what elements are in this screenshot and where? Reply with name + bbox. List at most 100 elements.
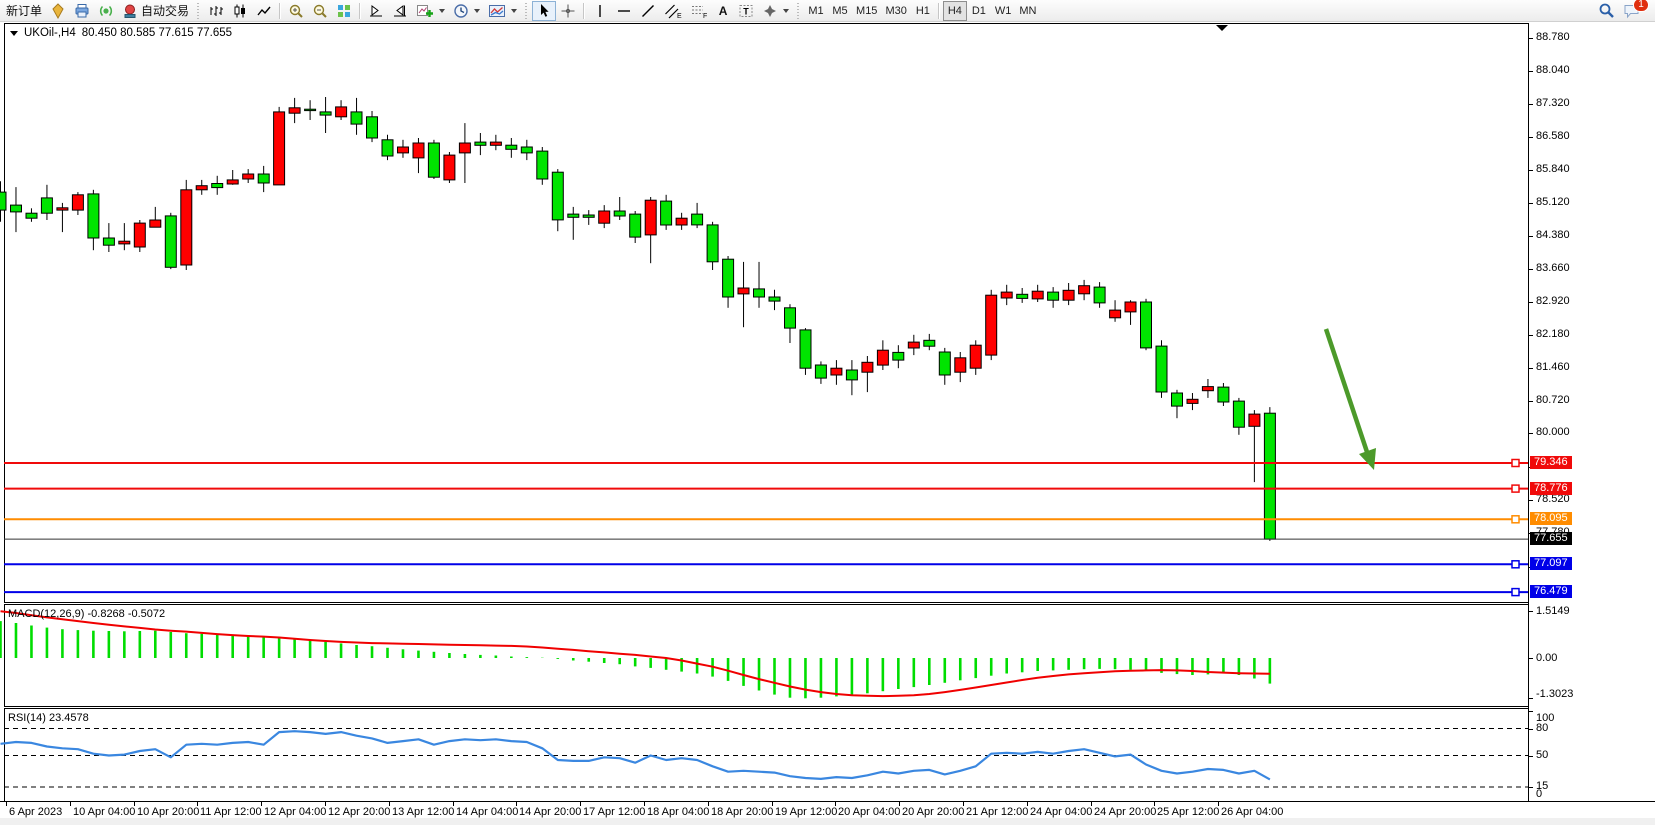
price-tick-mark	[1529, 368, 1533, 369]
search-button[interactable]	[1594, 1, 1619, 21]
price-level-badge[interactable]: 78.095	[1530, 512, 1572, 525]
timeframe-m30-button[interactable]: M30	[881, 1, 910, 21]
timeframe-m5-button[interactable]: M5	[828, 1, 852, 21]
add-indicator-button[interactable]	[412, 1, 449, 21]
candle-body	[336, 107, 347, 117]
candle-body	[1156, 346, 1167, 392]
candle-body	[490, 142, 501, 145]
rsi-tick-mark	[1529, 711, 1533, 712]
vertical-line-tool-button[interactable]	[588, 1, 612, 21]
timeframe-h1-button[interactable]: H1	[911, 1, 935, 21]
shapes-tool-button[interactable]	[758, 1, 793, 21]
timeframe-m1-button[interactable]: M1	[804, 1, 828, 21]
tile-windows-button[interactable]	[332, 1, 356, 21]
text-tool-button[interactable]: A	[712, 1, 734, 21]
time-tick-label: 26 Apr 04:00	[1221, 806, 1283, 818]
time-tick-mark	[899, 802, 900, 806]
candle-body	[1001, 292, 1012, 298]
chart-template-button[interactable]	[484, 1, 521, 21]
candle-body	[521, 147, 532, 153]
window-footer-strip	[0, 818, 1655, 825]
macd-panel-canvas[interactable]	[0, 605, 1528, 706]
candle-body	[924, 340, 935, 346]
candle-body	[1125, 302, 1136, 312]
line-chart-type-button[interactable]	[252, 1, 276, 21]
candle-body	[103, 238, 114, 245]
auto-trading-button[interactable]: 自动交易	[118, 1, 193, 21]
notifications-chat-button[interactable]: 1	[1619, 1, 1645, 21]
text-label-tool-button[interactable]: T	[734, 1, 758, 21]
fibonacci-tool-button[interactable]: F	[686, 1, 712, 21]
candle-body	[970, 345, 981, 368]
candle-body	[862, 362, 873, 372]
rsi-panel-canvas[interactable]	[0, 709, 1528, 800]
time-scale[interactable]: 6 Apr 202310 Apr 04:0010 Apr 20:0011 Apr…	[0, 802, 1655, 818]
timeframe-w1-button[interactable]: W1	[991, 1, 1016, 21]
time-tick-mark	[1091, 802, 1092, 806]
candle-body	[645, 200, 656, 235]
time-tick-mark	[772, 802, 773, 806]
new-order-button[interactable]: 新订单	[2, 1, 46, 21]
timeframe-h4-button[interactable]: H4	[943, 1, 967, 21]
candle-body	[413, 143, 424, 158]
svg-text:F: F	[703, 13, 707, 19]
time-tick-label: 24 Apr 20:00	[1094, 806, 1156, 818]
horizontal-line-tool-button[interactable]	[612, 1, 636, 21]
candle-body	[289, 108, 300, 113]
timeframe-d1-button[interactable]: D1	[967, 1, 991, 21]
price-chart-canvas[interactable]	[0, 22, 1528, 602]
cursor-tool-button[interactable]	[532, 1, 556, 21]
candle-body	[1079, 286, 1090, 294]
equidistant-channel-tool-button[interactable]: E	[660, 1, 686, 21]
toolbar-separator	[583, 3, 585, 19]
candle-body	[738, 288, 749, 294]
time-tick-mark	[453, 802, 454, 806]
chart-shift-marker	[1216, 25, 1228, 31]
trendline-tool-button[interactable]	[636, 1, 660, 21]
candle-body	[537, 151, 548, 179]
time-tick-mark	[708, 802, 709, 806]
price-level-badge[interactable]: 78.776	[1530, 482, 1572, 495]
price-level-badge[interactable]: 79.346	[1530, 456, 1572, 469]
candle-body	[1063, 290, 1074, 300]
candlestick-chart-type-button[interactable]	[228, 1, 252, 21]
timeframe-m15-button[interactable]: M15	[852, 1, 881, 21]
candle-body	[1233, 401, 1244, 427]
candle-body	[506, 145, 517, 149]
line-handle[interactable]	[1512, 589, 1519, 596]
line-handle[interactable]	[1512, 561, 1519, 568]
time-tick-label: 10 Apr 20:00	[137, 806, 199, 818]
candle-body	[846, 370, 857, 380]
time-tick-label: 18 Apr 04:00	[647, 806, 709, 818]
zoom-in-button[interactable]	[284, 1, 308, 21]
auto-scroll-button[interactable]	[364, 1, 388, 21]
line-handle[interactable]	[1512, 516, 1519, 523]
price-level-badge[interactable]: 76.479	[1530, 585, 1572, 598]
candle-body	[1032, 291, 1043, 299]
rsi-label: RSI(14) 23.4578	[8, 712, 89, 724]
zoom-out-button[interactable]	[308, 1, 332, 21]
line-handle[interactable]	[1512, 485, 1519, 492]
price-scale[interactable]: 88.78088.04087.32086.58085.84085.12084.3…	[1529, 22, 1655, 825]
seal-icon[interactable]	[46, 1, 70, 21]
line-handle[interactable]	[1512, 460, 1519, 467]
crosshair-tool-button[interactable]	[556, 1, 580, 21]
broadcast-signal-icon[interactable]	[94, 1, 118, 21]
price-tick-label: 85.120	[1536, 196, 1570, 208]
annotation-arrow[interactable]	[1326, 329, 1367, 452]
time-tick-label: 6 Apr 2023	[9, 806, 62, 818]
chart-shift-button[interactable]	[388, 1, 412, 21]
fax-print-icon[interactable]	[70, 1, 94, 21]
macd-tick-mark	[1529, 698, 1533, 699]
macd-tick-label: -1.3023	[1536, 688, 1573, 700]
candle-body	[165, 216, 176, 267]
time-tick-label: 10 Apr 04:00	[73, 806, 135, 818]
candle-body	[1094, 287, 1105, 303]
time-tick-mark	[835, 802, 836, 806]
price-level-badge[interactable]: 77.655	[1530, 532, 1572, 545]
price-level-badge[interactable]: 77.097	[1530, 557, 1572, 570]
candle-body	[212, 184, 223, 188]
period-clock-button[interactable]	[449, 1, 484, 21]
bar-chart-type-button[interactable]	[204, 1, 228, 21]
timeframe-mn-button[interactable]: MN	[1015, 1, 1040, 21]
